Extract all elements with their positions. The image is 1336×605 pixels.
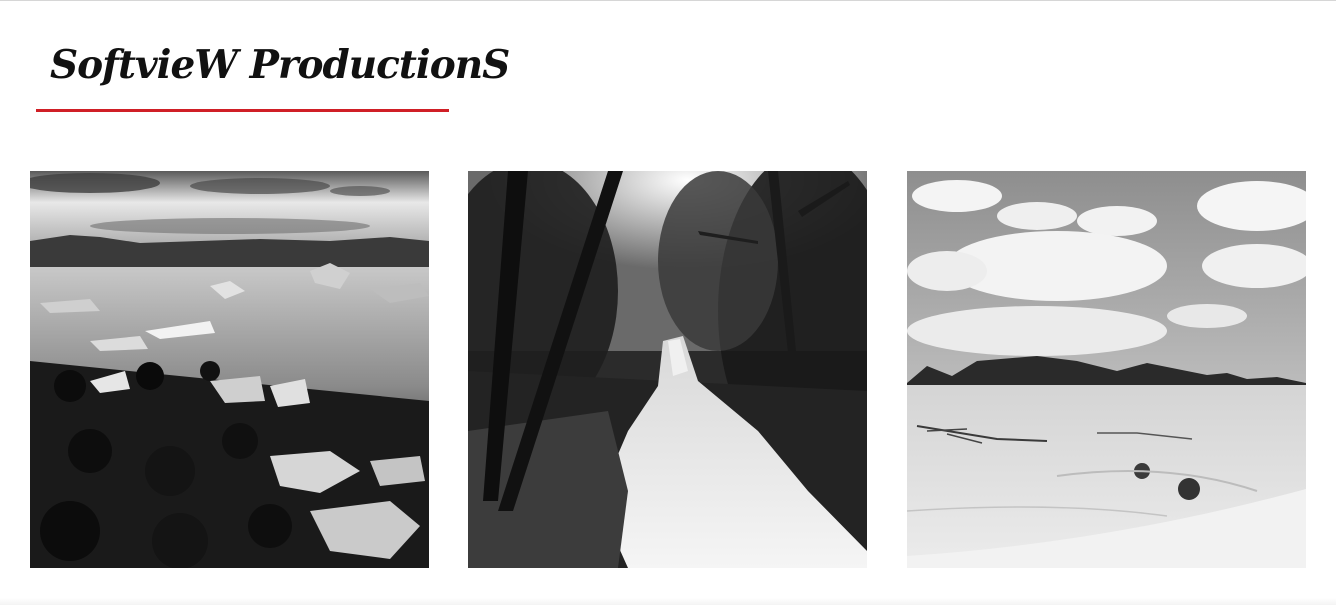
- site-logo[interactable]: SoftvieW ProductionS: [50, 46, 510, 85]
- top-divider: [0, 0, 1336, 1]
- forest-waterfall-image: [468, 171, 867, 568]
- page: SoftvieW ProductionS: [0, 0, 1336, 605]
- logo-underline: [36, 109, 449, 112]
- glacier-lagoon-image: [30, 171, 429, 568]
- bottom-edge: [0, 598, 1336, 605]
- gallery-photo-forest-waterfall[interactable]: [468, 171, 867, 568]
- gallery-photo-desert-dunes[interactable]: [907, 171, 1306, 568]
- desert-dunes-image: [907, 171, 1306, 568]
- gallery-photo-glacier-lagoon[interactable]: [30, 171, 429, 568]
